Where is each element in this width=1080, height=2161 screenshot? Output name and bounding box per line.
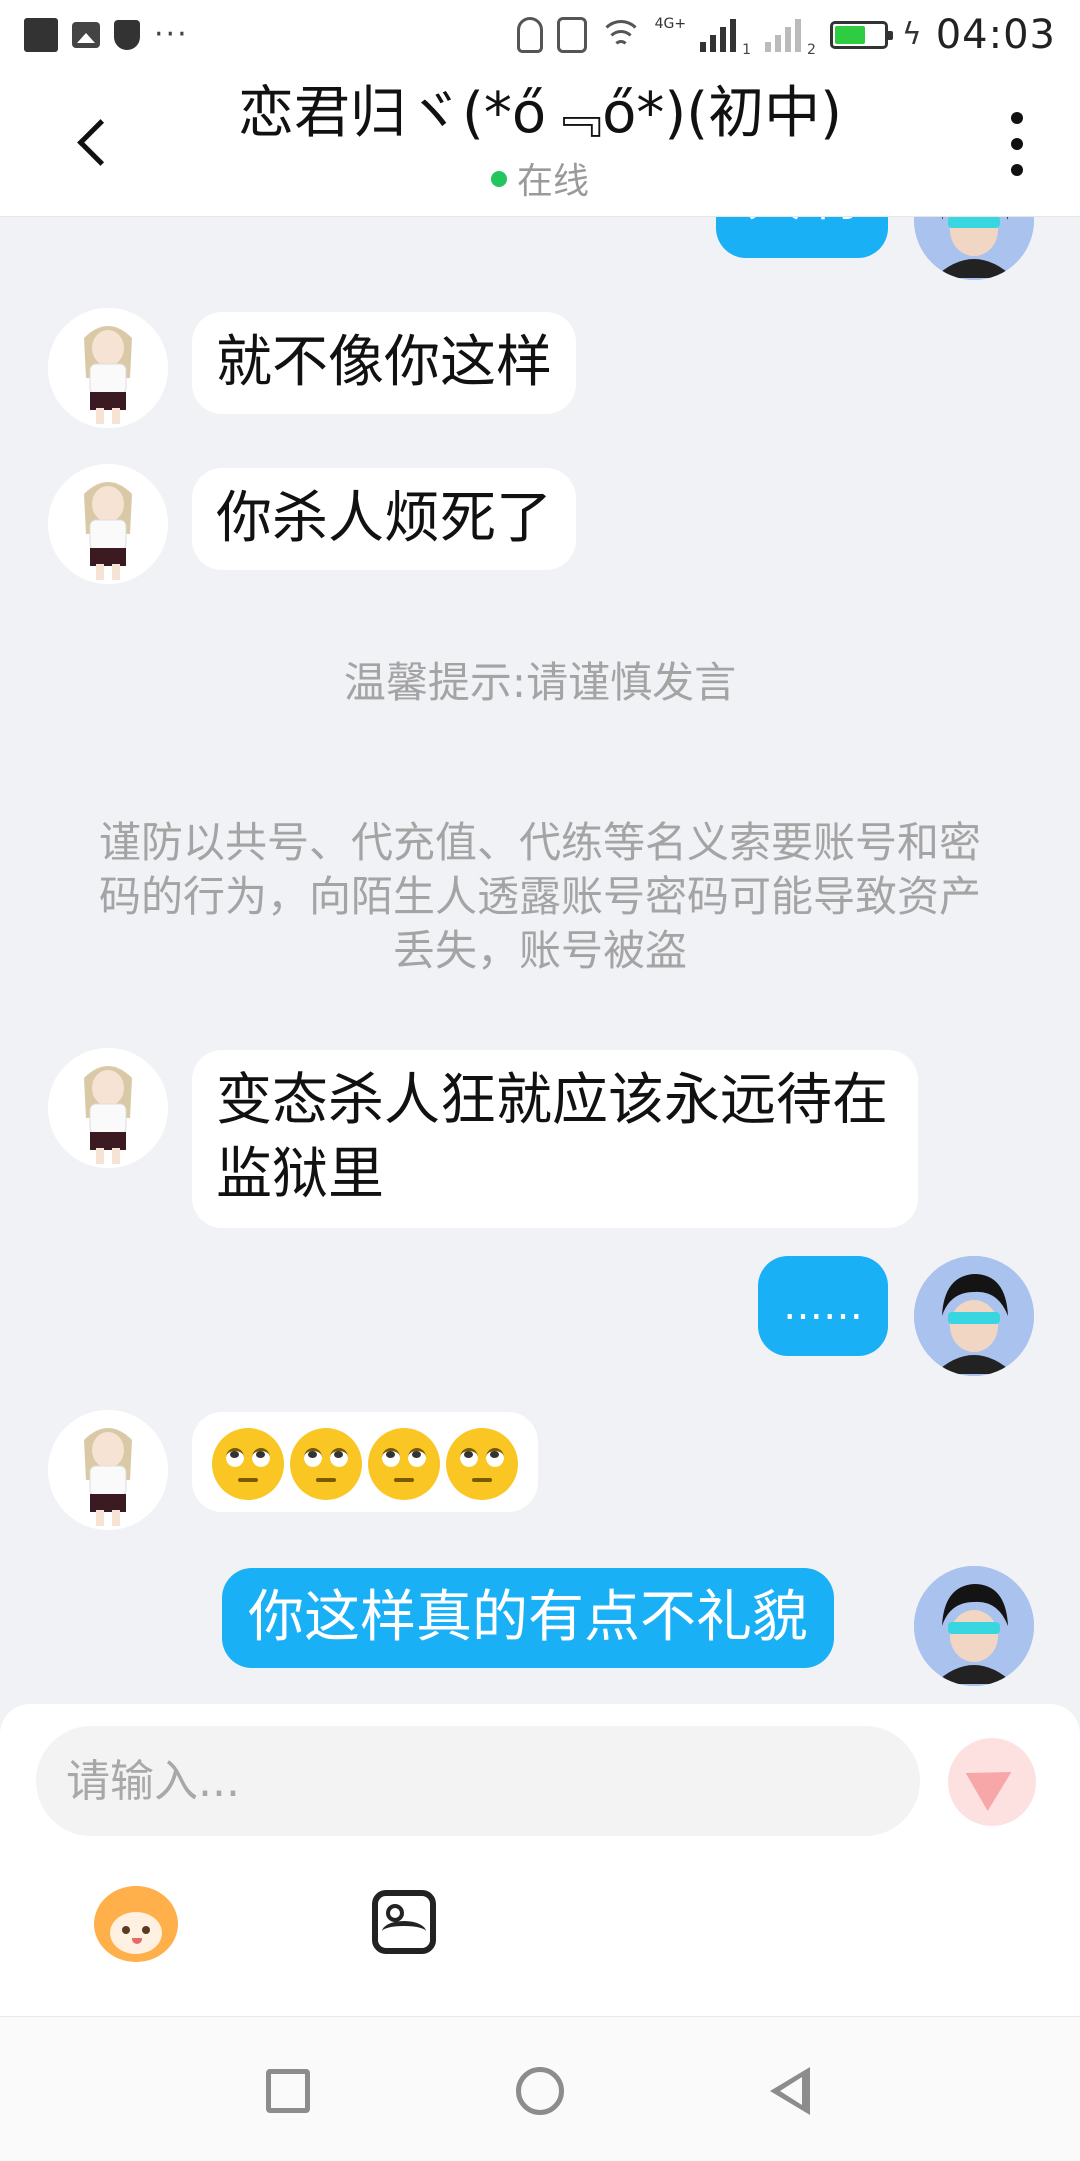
sim1-label: 1 (742, 42, 751, 58)
message-bubble-incoming[interactable]: 变态杀人狂就应该永远待在监狱里 (192, 1050, 918, 1228)
message-bubble-outgoing[interactable]: 你这样真的有点不礼貌 (222, 1568, 834, 1668)
safety-tip: 温馨提示:请谨慎发言 (343, 658, 737, 707)
emoji-mascot-icon[interactable] (94, 1886, 178, 1962)
online-status: 在线 (0, 152, 1080, 204)
clock: 04:03 (935, 12, 1056, 58)
sim2-label: 2 (807, 42, 816, 58)
eye-roll-emoji (446, 1427, 518, 1500)
send-icon[interactable] (948, 1738, 1036, 1826)
online-dot-icon (490, 171, 507, 187)
gallery-notification-icon (72, 22, 100, 48)
compose-panel (0, 1704, 1080, 2016)
more-notifications-icon: ··· (154, 17, 189, 52)
contact-avatar[interactable] (48, 1048, 168, 1168)
contact-avatar[interactable] (48, 1410, 168, 1530)
system-back-icon[interactable] (770, 2067, 810, 2115)
battery-icon (829, 21, 893, 49)
message-input[interactable] (36, 1726, 920, 1836)
message-bubble-outgoing[interactable]: 大啊 (716, 216, 888, 258)
home-icon[interactable] (516, 2067, 564, 2115)
signal-sim1-icon (700, 18, 737, 52)
vibrate-icon (556, 17, 587, 53)
eye-roll-emoji (212, 1427, 284, 1500)
network-type: 4G+ (654, 16, 687, 32)
eye-roll-emoji (290, 1427, 362, 1500)
message-bubble-outgoing[interactable]: …… (758, 1256, 888, 1356)
image-icon[interactable] (372, 1890, 436, 1954)
message-list[interactable]: 大啊 就不像你这样 (0, 216, 1080, 1704)
status-bar: ··· 4G+ 1 2 ϟ 04:03 (0, 0, 1080, 72)
more-options-icon[interactable] (1010, 112, 1024, 176)
charging-icon: ϟ (901, 17, 922, 52)
eye-roll-emoji (368, 1427, 440, 1500)
my-avatar[interactable] (914, 216, 1034, 280)
my-avatar[interactable] (914, 1566, 1034, 1686)
system-navigation-bar (0, 2016, 1080, 2161)
chat-header: 恋君归ヾ(*ő﹃ő*)(初中) 在线 (0, 72, 1080, 217)
signal-sim2-icon (765, 18, 801, 52)
contact-avatar[interactable] (48, 308, 168, 428)
message-bubble-incoming[interactable]: 你杀人烦死了 (192, 468, 576, 570)
online-status-label: 在线 (516, 161, 589, 202)
message-bubble-incoming-emoji[interactable] (192, 1412, 538, 1512)
account-security-warning: 谨防以共号、代充值、代练等名义索要账号和密码的行为，向陌生人透露账号密码可能导致… (98, 818, 981, 975)
contact-name: 恋君归ヾ(*ő﹃ő*)(初中) (238, 81, 842, 146)
my-avatar[interactable] (914, 1256, 1034, 1376)
contact-avatar[interactable] (48, 464, 168, 584)
notification-app-icon (24, 18, 58, 52)
nfc-icon (516, 17, 543, 53)
shield-icon (114, 20, 140, 50)
wifi-icon (598, 18, 643, 52)
message-bubble-incoming[interactable]: 就不像你这样 (192, 312, 576, 414)
recent-apps-icon[interactable] (266, 2069, 310, 2113)
